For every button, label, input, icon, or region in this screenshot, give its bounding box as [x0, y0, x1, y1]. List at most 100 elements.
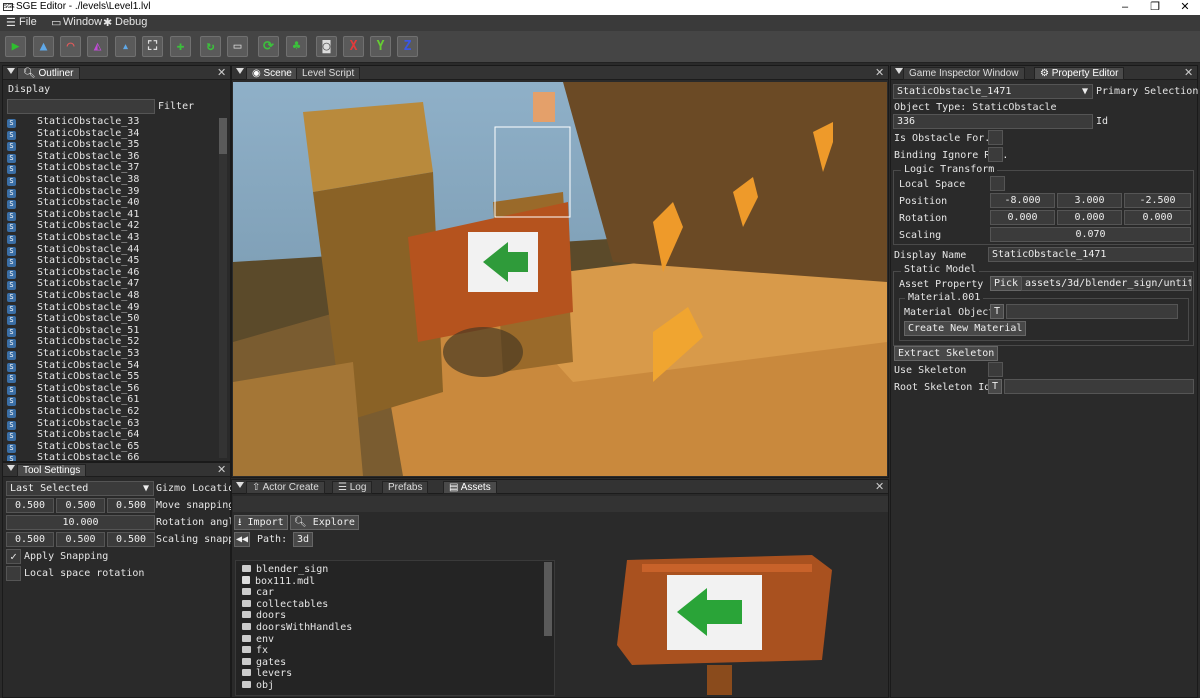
- outliner-item[interactable]: S StaticObstacle_65: [7, 441, 139, 453]
- close-panel-icon[interactable]: ✕: [217, 66, 226, 79]
- panel-menu-icon[interactable]: [895, 68, 903, 74]
- scaling-input[interactable]: 0.070: [990, 227, 1191, 242]
- outliner-item[interactable]: S StaticObstacle_42: [7, 220, 139, 233]
- maximize-icon[interactable]: ❐: [1140, 0, 1170, 15]
- object-select[interactable]: StaticObstacle_1471 ▼: [893, 84, 1093, 99]
- outliner-item[interactable]: S StaticObstacle_43: [7, 232, 139, 244]
- rotation-x[interactable]: 0.000: [990, 210, 1055, 225]
- close-panel-icon[interactable]: ✕: [1184, 66, 1193, 79]
- axis-z-button[interactable]: Z: [397, 36, 418, 57]
- outliner-item[interactable]: S StaticObstacle_52: [7, 336, 139, 349]
- explore-button[interactable]: 🔍︎ Explore: [290, 515, 359, 530]
- outliner-item[interactable]: S StaticObstacle_50: [7, 313, 139, 326]
- asset-item[interactable]: levers: [242, 668, 292, 680]
- menu-file[interactable]: File: [19, 16, 37, 28]
- outliner-item[interactable]: S StaticObstacle_35: [7, 139, 139, 152]
- panel-menu-icon[interactable]: [236, 68, 244, 74]
- outliner-item[interactable]: S StaticObstacle_38: [7, 174, 139, 186]
- translate-button[interactable]: ▲: [33, 36, 54, 57]
- back-button[interactable]: ◀◀: [234, 532, 250, 547]
- scale-snap-z[interactable]: 0.500: [107, 532, 155, 547]
- path-segment-button[interactable]: 3d: [293, 532, 314, 547]
- root-skeleton-input[interactable]: [1004, 379, 1194, 394]
- asset-path-input[interactable]: assets/3d/blender_sign/untitled.: [1021, 276, 1192, 291]
- outliner-item[interactable]: S StaticObstacle_36: [7, 151, 139, 163]
- outliner-item[interactable]: S StaticObstacle_55: [7, 371, 139, 384]
- asset-item[interactable]: doorsWithHandles: [242, 622, 352, 634]
- rotation-z[interactable]: 0.000: [1124, 210, 1191, 225]
- panel-menu-icon[interactable]: [7, 68, 15, 74]
- apply-snapping-checkbox[interactable]: ✓: [6, 549, 21, 564]
- scale-snap-y[interactable]: 0.500: [56, 532, 105, 547]
- outliner-item[interactable]: S StaticObstacle_46: [7, 267, 139, 279]
- asset-item[interactable]: fx: [242, 645, 268, 657]
- outliner-scrollbar[interactable]: [219, 118, 227, 458]
- scale-snap-x[interactable]: 0.500: [6, 532, 54, 547]
- asset-item[interactable]: blender_sign: [242, 564, 328, 576]
- material-t-button[interactable]: T: [990, 304, 1004, 319]
- id-input[interactable]: 336: [893, 114, 1093, 129]
- refresh-button[interactable]: ↻: [200, 36, 221, 57]
- tab-level-script[interactable]: Level Script: [296, 67, 361, 80]
- camera-button[interactable]: ◙: [316, 36, 337, 57]
- asset-item[interactable]: car: [242, 587, 274, 599]
- tab-prefabs[interactable]: Prefabs: [382, 481, 429, 494]
- outliner-item[interactable]: S StaticObstacle_44: [7, 244, 139, 256]
- close-icon[interactable]: ✕: [1170, 0, 1200, 15]
- gizmo-location-select[interactable]: Last Selected ▼: [6, 481, 154, 496]
- rotate-button[interactable]: ◠: [60, 36, 81, 57]
- extract-skeleton-button[interactable]: Extract Skeleton: [894, 346, 999, 361]
- asset-item[interactable]: obj: [242, 680, 274, 692]
- use-skeleton-checkbox[interactable]: [988, 362, 1003, 377]
- asset-item[interactable]: collectables: [242, 599, 328, 611]
- asset-item[interactable]: doors: [242, 610, 286, 622]
- outliner-item[interactable]: S StaticObstacle_63: [7, 418, 139, 430]
- scene-viewport[interactable]: [233, 82, 887, 476]
- outliner-item[interactable]: S StaticObstacle_39: [7, 186, 139, 198]
- position-x[interactable]: -8.000: [990, 193, 1055, 208]
- filter-input[interactable]: [7, 99, 155, 114]
- position-y[interactable]: 3.000: [1057, 193, 1122, 208]
- close-panel-icon[interactable]: ✕: [875, 480, 884, 493]
- minimize-icon[interactable]: –: [1110, 0, 1140, 15]
- tab-actor-create[interactable]: ⇧ Actor Create: [246, 481, 325, 494]
- menu-debug[interactable]: Debug: [115, 16, 147, 28]
- tab-assets[interactable]: ▤ Assets: [443, 481, 497, 494]
- outliner-item[interactable]: S StaticObstacle_51: [7, 325, 139, 337]
- outliner-item[interactable]: S StaticObstacle_45: [7, 255, 139, 268]
- outliner-item[interactable]: S StaticObstacle_49: [7, 302, 139, 314]
- plant-button[interactable]: ♣: [286, 36, 307, 57]
- is-obstacle-checkbox[interactable]: [988, 130, 1003, 145]
- play-button[interactable]: ▶: [5, 36, 26, 57]
- volume-button[interactable]: ▴: [115, 36, 136, 57]
- outliner-item[interactable]: S StaticObstacle_33: [7, 116, 139, 128]
- scale-button[interactable]: ◭: [87, 36, 108, 57]
- assets-scroll-thumb[interactable]: [544, 562, 552, 636]
- tab-tool-settings[interactable]: Tool Settings: [17, 464, 87, 477]
- tab-game-inspector[interactable]: Game Inspector Window: [903, 67, 1025, 80]
- panel-menu-icon[interactable]: [236, 482, 244, 488]
- display-name-input[interactable]: StaticObstacle_1471: [988, 247, 1194, 262]
- axis-y-button[interactable]: Y: [370, 36, 391, 57]
- root-skeleton-t-button[interactable]: T: [988, 379, 1002, 394]
- position-z[interactable]: -2.500: [1124, 193, 1191, 208]
- tab-log[interactable]: ☰ Log: [332, 481, 373, 494]
- close-panel-icon[interactable]: ✕: [875, 66, 884, 79]
- binding-ignore-checkbox[interactable]: [988, 147, 1003, 162]
- material-object-input[interactable]: [1006, 304, 1178, 319]
- outliner-scroll-thumb[interactable]: [219, 118, 227, 154]
- focus-button[interactable]: ⛶: [142, 36, 163, 57]
- tab-scene[interactable]: ◉ Scene: [246, 67, 298, 80]
- close-panel-icon[interactable]: ✕: [217, 463, 226, 476]
- outliner-item[interactable]: S StaticObstacle_41: [7, 209, 139, 221]
- outliner-item[interactable]: S StaticObstacle_47: [7, 278, 139, 291]
- axis-x-button[interactable]: X: [343, 36, 364, 57]
- menu-window[interactable]: Window: [63, 16, 102, 28]
- outliner-item[interactable]: S StaticObstacle_34: [7, 128, 139, 140]
- outliner-item[interactable]: S StaticObstacle_64: [7, 429, 139, 442]
- create-material-button[interactable]: Create New Material: [904, 321, 1027, 336]
- pick-button[interactable]: Pick: [990, 276, 1023, 291]
- outliner-item[interactable]: S StaticObstacle_62: [7, 406, 139, 418]
- move-snap-x[interactable]: 0.500: [6, 498, 54, 513]
- outliner-item[interactable]: S StaticObstacle_56: [7, 383, 139, 395]
